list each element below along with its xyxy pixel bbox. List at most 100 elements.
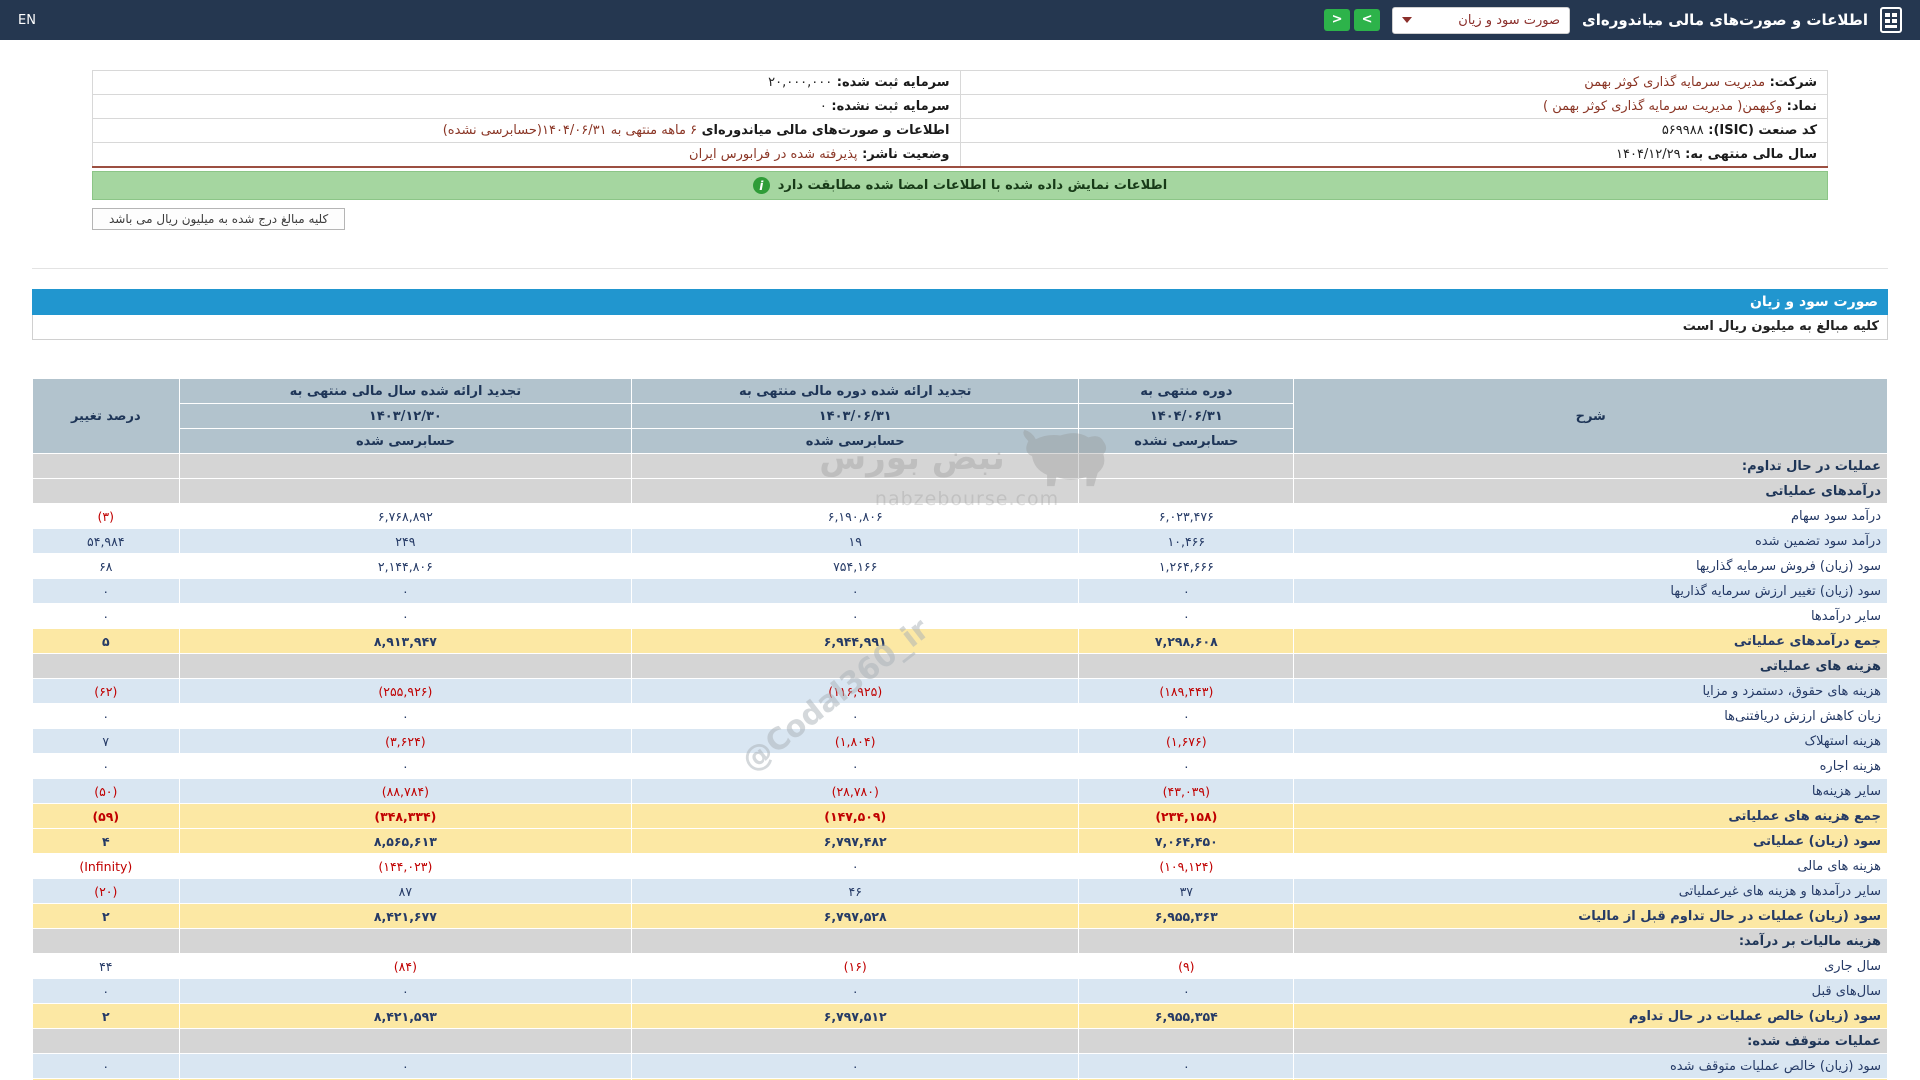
row-value: ۶,۰۲۳,۴۷۶	[1078, 503, 1295, 529]
row-description: هزینه اجاره	[1293, 753, 1888, 779]
table-row: درآمد سود سهام ۶,۰۲۳,۴۷۶ ۶,۱۹۰,۸۰۶ ۶,۷۶۸,۸۹…	[32, 503, 1888, 529]
row-value: ۰	[32, 703, 180, 729]
row-value: ۰	[631, 978, 1080, 1004]
row-value: ۰	[178, 978, 633, 1004]
table-row: هزینه مالیات بر درآمد:	[32, 928, 1888, 954]
row-description: سود (زیان) عملیات در حال تداوم قبل از ما…	[1293, 903, 1888, 929]
info-label: سرمایه ثبت شده:	[832, 75, 950, 90]
company-info-cell: سرمایه ثبت شده: ۲۰,۰۰۰,۰۰۰	[92, 70, 961, 95]
row-value	[32, 1028, 180, 1054]
table-row: سایر درآمدها و هزینه های غیرعملیاتی ۳۷ ۴۶ ۸…	[32, 878, 1888, 904]
info-value: ۰	[819, 99, 827, 114]
row-value: ۰	[1078, 703, 1295, 729]
info-label: کد صنعت (ISIC):	[1703, 123, 1817, 138]
row-value: ۰	[631, 1053, 1080, 1079]
table-row: زیان کاهش ارزش دریافتنی‌ها ۰ ۰ ۰ ۰	[32, 703, 1888, 729]
row-value	[631, 478, 1080, 504]
info-label: اطلاعات و صورت‌های مالی میاندوره‌ای	[697, 123, 950, 138]
row-value: ۷	[32, 728, 180, 754]
topbar: اطلاعات و صورت‌های مالی میاندوره‌ای صورت…	[0, 0, 1920, 40]
col-header-restated-period-title: تجدید ارائه شده دوره مالی منتهی به	[631, 378, 1080, 404]
row-value: ۶,۷۹۷,۴۸۲	[631, 828, 1080, 854]
language-link[interactable]: EN	[18, 13, 36, 28]
row-value: (۴۳,۰۳۹)	[1078, 778, 1295, 804]
row-description: سال‌های قبل	[1293, 978, 1888, 1004]
row-value: ۰	[631, 578, 1080, 604]
table-row: سود (زیان) تغییر ارزش سرمایه گذاریها ۰ ۰ ۰ ۰	[32, 578, 1888, 604]
info-value: مدیریت سرمایه گذاری کوثر بهمن	[1584, 75, 1766, 90]
nav-forward-button[interactable]: >	[1354, 9, 1381, 31]
company-info-row: نماد: وکبهمن( مدیریت سرمایه گذاری کوثر ب…	[92, 94, 1828, 119]
info-label: سرمایه ثبت نشده:	[826, 99, 950, 114]
table-row: هزینه های عملیاتی	[32, 653, 1888, 679]
company-info-row: سال مالی منتهی به: ۱۴۰۴/۱۲/۲۹ وضعیت ناشر:…	[92, 142, 1828, 168]
info-value: ۱۴۰۴/۱۲/۲۹	[1616, 147, 1681, 162]
nav-back-button[interactable]: <	[1324, 9, 1351, 31]
table-row: عملیات در حال تداوم:	[32, 453, 1888, 479]
row-description: سود (زیان) تغییر ارزش سرمایه گذاریها	[1293, 578, 1888, 604]
row-value: (۱۶)	[631, 953, 1080, 979]
row-description: هزینه های حقوق، دستمزد و مزایا	[1293, 678, 1888, 704]
info-label: سال مالی منتهی به:	[1680, 147, 1817, 162]
row-description: سال جاری	[1293, 953, 1888, 979]
row-value: (۱۴۴,۰۲۳)	[178, 853, 633, 879]
info-label: شرکت:	[1765, 75, 1817, 90]
row-value: ۴۴	[32, 953, 180, 979]
col-header-current-audit: حسابرسی نشده	[1078, 428, 1295, 454]
row-value: ۵	[32, 628, 180, 654]
row-value: (۱۸۹,۴۴۳)	[1078, 678, 1295, 704]
row-value: (۱۰۹,۱۲۴)	[1078, 853, 1295, 879]
row-value: ۸,۵۶۵,۶۱۳	[178, 828, 633, 854]
col-header-current-title: دوره منتهی به	[1078, 378, 1295, 404]
row-value	[1078, 1028, 1295, 1054]
signature-match-text: اطلاعات نمایش داده شده با اطلاعات امضا ش…	[777, 178, 1168, 193]
row-value: (۹)	[1078, 953, 1295, 979]
table-row: هزینه استهلاک (۱,۶۷۶) (۱,۸۰۴) (۳,۶۲۴) ۷	[32, 728, 1888, 754]
row-value: ۳۷	[1078, 878, 1295, 904]
row-value	[631, 928, 1080, 954]
report-dropdown-value: صورت سود و زیان	[1458, 12, 1561, 28]
statement-table-wrap: شرح دوره منتهی به تجدید ارائه شده دوره م…	[32, 378, 1888, 1080]
row-description: سود (زیان) فروش سرمایه گذاریها	[1293, 553, 1888, 579]
row-value	[32, 453, 180, 479]
page-content: شرکت: مدیریت سرمایه گذاری کوثر بهمن سرمای…	[0, 70, 1920, 1080]
info-label: وضعیت ناشر:	[857, 147, 950, 162]
row-value: ۱۰,۴۶۶	[1078, 528, 1295, 554]
col-header-current-date: ۱۴۰۴/۰۶/۳۱	[1078, 403, 1295, 429]
info-label: نماد:	[1782, 99, 1817, 114]
row-value	[631, 653, 1080, 679]
row-value: ۰	[32, 1053, 180, 1079]
row-value: (۳)	[32, 503, 180, 529]
statement-table: شرح دوره منتهی به تجدید ارائه شده دوره م…	[32, 378, 1888, 1080]
row-value: ۵۴,۹۸۴	[32, 528, 180, 554]
statement-body: عملیات در حال تداوم: درآمدهای عملیاتی درآم…	[32, 453, 1888, 1080]
row-value	[631, 1028, 1080, 1054]
page-title: اطلاعات و صورت‌های مالی میاندوره‌ای	[1582, 11, 1868, 29]
company-info-cell: سرمایه ثبت نشده: ۰	[92, 94, 961, 119]
row-value	[178, 653, 633, 679]
row-value: ۰	[631, 853, 1080, 879]
row-value: ۸,۴۲۱,۵۹۳	[178, 1003, 633, 1029]
row-value: ۷۵۴,۱۶۶	[631, 553, 1080, 579]
row-value: ۶,۹۴۴,۹۹۱	[631, 628, 1080, 654]
row-value: (۱۱۶,۹۲۵)	[631, 678, 1080, 704]
row-description: جمع درآمدهای عملیاتی	[1293, 628, 1888, 654]
row-value	[178, 478, 633, 504]
row-value: ۲۴۹	[178, 528, 633, 554]
col-header-restated-year-date: ۱۴۰۳/۱۲/۳۰	[178, 403, 633, 429]
company-info-cell: کد صنعت (ISIC): ۵۶۹۹۸۸	[959, 118, 1828, 143]
table-row: سود (زیان) خالص عملیات متوقف شده ۰ ۰ ۰ ۰	[32, 1053, 1888, 1079]
row-value: ۰	[631, 753, 1080, 779]
table-row: سال جاری (۹) (۱۶) (۸۴) ۴۴	[32, 953, 1888, 979]
report-dropdown[interactable]: صورت سود و زیان	[1392, 6, 1571, 34]
row-value	[1078, 653, 1295, 679]
row-value	[32, 928, 180, 954]
row-description: سود (زیان) خالص عملیات متوقف شده	[1293, 1053, 1888, 1079]
row-description: هزینه استهلاک	[1293, 728, 1888, 754]
row-description: درآمدهای عملیاتی	[1293, 478, 1888, 504]
signature-match-banner: اطلاعات نمایش داده شده با اطلاعات امضا ش…	[92, 171, 1828, 200]
codal-report-icon	[1880, 7, 1902, 33]
col-header-percent-change: درصد تغییر	[32, 378, 180, 454]
row-value: (۸۴)	[178, 953, 633, 979]
row-value: ۰	[1078, 603, 1295, 629]
